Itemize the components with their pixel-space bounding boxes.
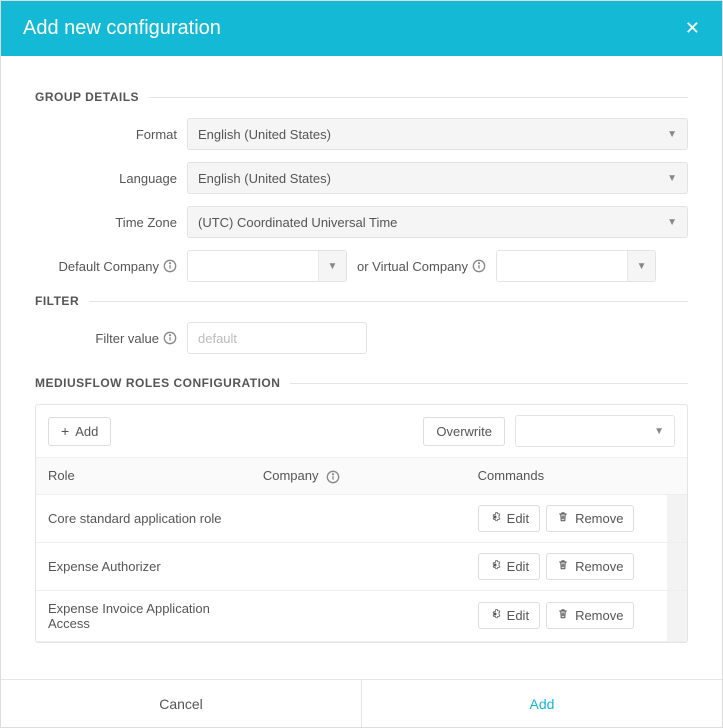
dialog-header: Add new configuration ✕ xyxy=(1,1,722,56)
info-icon[interactable] xyxy=(326,470,340,484)
remove-label: Remove xyxy=(575,559,623,574)
dialog-content: GROUP DETAILS Format English (United Sta… xyxy=(1,56,722,643)
info-icon[interactable] xyxy=(163,259,177,273)
add-button[interactable]: Add xyxy=(361,680,722,727)
col-role: Role xyxy=(36,458,251,494)
cell-company xyxy=(251,590,466,641)
default-company-select[interactable]: ▼ xyxy=(187,250,347,282)
chevron-down-icon: ▼ xyxy=(667,129,677,140)
table-row: Core standard application role Edit Remove xyxy=(36,494,687,542)
scrollbar-track[interactable] xyxy=(667,542,687,590)
dialog-title: Add new configuration xyxy=(23,17,221,40)
language-value: English (United States) xyxy=(198,171,331,186)
cell-role: Expense Invoice Application Access xyxy=(36,590,251,641)
section-group-details: GROUP DETAILS xyxy=(35,90,688,104)
cell-commands: Edit Remove xyxy=(466,590,668,641)
overwrite-select[interactable]: ▼ xyxy=(515,415,675,447)
remove-button[interactable]: Remove xyxy=(546,505,634,532)
remove-button[interactable]: Remove xyxy=(546,553,634,580)
edit-label: Edit xyxy=(507,608,529,623)
virtual-company-value xyxy=(497,251,627,281)
row-timezone: Time Zone (UTC) Coordinated Universal Ti… xyxy=(35,206,688,238)
section-roles: MEDIUSFLOW ROLES CONFIGURATION xyxy=(35,376,688,390)
edit-button[interactable]: Edit xyxy=(478,553,540,580)
overwrite-button[interactable]: Overwrite xyxy=(423,417,505,446)
dialog-footer: Cancel Add xyxy=(1,679,722,727)
timezone-select[interactable]: (UTC) Coordinated Universal Time ▼ xyxy=(187,206,688,238)
row-filter: Filter value xyxy=(35,322,688,354)
format-select[interactable]: English (United States) ▼ xyxy=(187,118,688,150)
trash-icon xyxy=(557,511,569,526)
row-company: Default Company ▼ or Virtual Company ▼ xyxy=(35,250,688,282)
remove-button[interactable]: Remove xyxy=(546,602,634,629)
close-icon[interactable]: ✕ xyxy=(685,18,700,39)
timezone-value: (UTC) Coordinated Universal Time xyxy=(198,215,397,230)
cell-role: Core standard application role xyxy=(36,494,251,542)
add-role-button[interactable]: + Add xyxy=(48,417,111,446)
default-company-value xyxy=(188,251,318,281)
chevron-down-icon: ▼ xyxy=(318,251,346,281)
trash-icon xyxy=(557,559,569,574)
trash-icon xyxy=(557,608,569,623)
scrollbar-track[interactable] xyxy=(667,494,687,542)
label-format: Format xyxy=(35,127,187,142)
gear-icon xyxy=(489,511,501,526)
table-row: Expense Authorizer Edit Remove xyxy=(36,542,687,590)
chevron-down-icon: ▼ xyxy=(627,251,655,281)
filter-input[interactable] xyxy=(187,322,367,354)
table-row: Expense Invoice Application Access Edit Re… xyxy=(36,590,687,641)
virtual-company-select[interactable]: ▼ xyxy=(496,250,656,282)
label-default-company: Default Company xyxy=(59,259,159,274)
overwrite-label: Overwrite xyxy=(436,424,492,439)
edit-button[interactable]: Edit xyxy=(478,505,540,532)
label-timezone: Time Zone xyxy=(35,215,187,230)
edit-label: Edit xyxy=(507,559,529,574)
chevron-down-icon: ▼ xyxy=(654,426,664,437)
section-filter: FILTER xyxy=(35,294,688,308)
chevron-down-icon: ▼ xyxy=(667,173,677,184)
label-virtual-company: or Virtual Company xyxy=(357,259,468,274)
remove-label: Remove xyxy=(575,608,623,623)
label-filter-value: Filter value xyxy=(95,331,159,346)
scrollbar-track[interactable] xyxy=(667,590,687,641)
label-language: Language xyxy=(35,171,187,186)
gear-icon xyxy=(489,559,501,574)
row-format: Format English (United States) ▼ xyxy=(35,118,688,150)
gear-icon xyxy=(489,608,501,623)
language-select[interactable]: English (United States) ▼ xyxy=(187,162,688,194)
cell-commands: Edit Remove xyxy=(466,494,668,542)
scrollbar-track[interactable] xyxy=(667,458,687,494)
cell-role: Expense Authorizer xyxy=(36,542,251,590)
edit-button[interactable]: Edit xyxy=(478,602,540,629)
cell-commands: Edit Remove xyxy=(466,542,668,590)
col-company: Company xyxy=(251,458,466,494)
roles-box: + Add Overwrite ▼ Role xyxy=(35,404,688,643)
info-icon[interactable] xyxy=(472,259,486,273)
roles-table: Role Company Commands Core standard appl… xyxy=(36,458,687,642)
edit-label: Edit xyxy=(507,511,529,526)
cancel-button[interactable]: Cancel xyxy=(1,680,361,727)
col-commands: Commands xyxy=(466,458,668,494)
row-language: Language English (United States) ▼ xyxy=(35,162,688,194)
cell-company xyxy=(251,542,466,590)
info-icon[interactable] xyxy=(163,331,177,345)
plus-icon: + xyxy=(61,424,69,438)
format-value: English (United States) xyxy=(198,127,331,142)
add-role-label: Add xyxy=(75,424,98,439)
chevron-down-icon: ▼ xyxy=(667,217,677,228)
cell-company xyxy=(251,494,466,542)
remove-label: Remove xyxy=(575,511,623,526)
roles-toolbar: + Add Overwrite ▼ xyxy=(36,405,687,458)
